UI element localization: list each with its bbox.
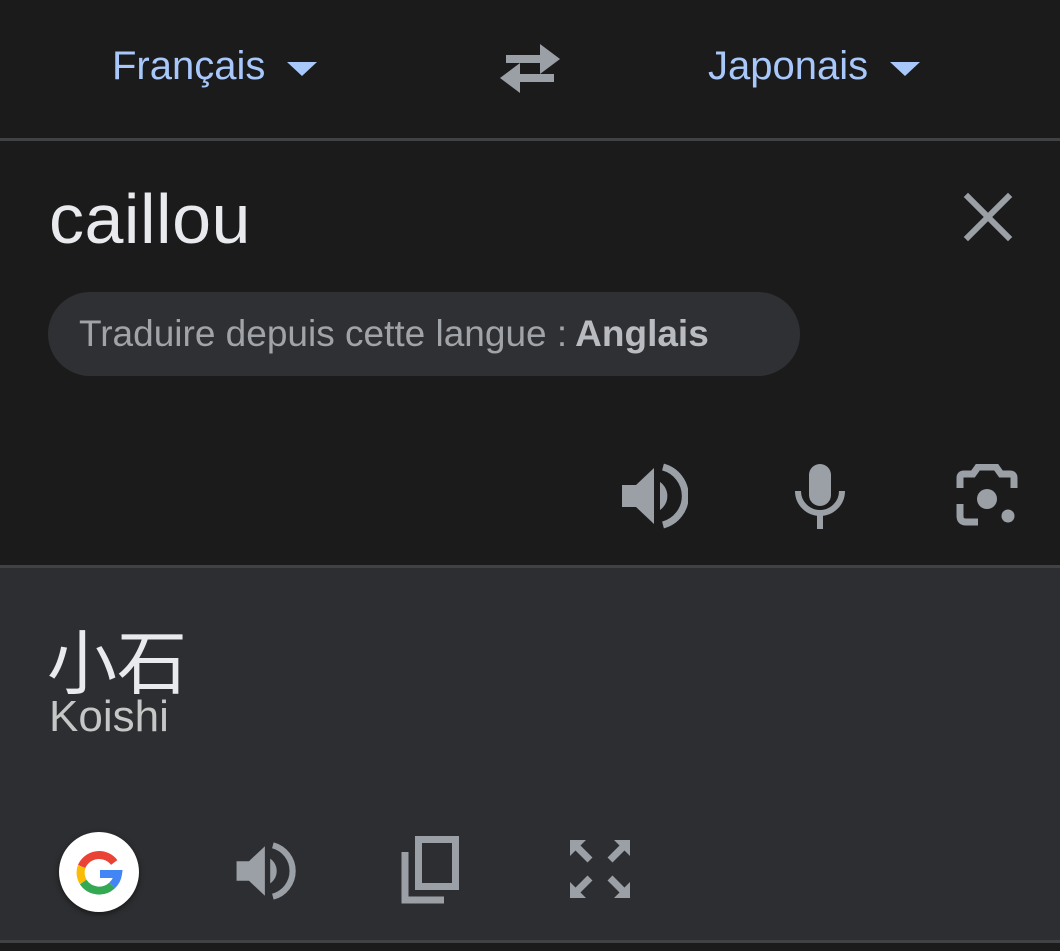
camera-lens-icon (956, 463, 1018, 526)
microphone-icon (795, 464, 845, 529)
detect-prefix-label: Traduire depuis cette langue : (79, 313, 568, 354)
close-icon (963, 192, 1013, 242)
voice-input-button[interactable] (792, 461, 848, 531)
source-panel: caillou Traduire depuis cette langue : A… (0, 141, 1060, 565)
target-language-label: Japonais (708, 43, 869, 88)
dropdown-caret-icon (287, 62, 318, 76)
result-listen-button[interactable] (232, 840, 296, 902)
source-language-button[interactable]: Français (112, 38, 318, 94)
fullscreen-button[interactable] (568, 838, 632, 900)
detected-language-label: Anglais (575, 313, 709, 354)
swap-languages-button[interactable] (494, 38, 566, 98)
source-language-label: Français (112, 43, 266, 88)
copy-icon (401, 836, 459, 904)
camera-translate-button[interactable] (954, 463, 1020, 528)
dropdown-caret-icon (890, 62, 921, 76)
translate-app: Français Japonais caillou Traduire depui… (0, 0, 1060, 951)
google-search-button[interactable] (59, 832, 139, 912)
romanization-text: Koishi (49, 692, 169, 741)
speaker-icon (236, 842, 296, 900)
bottom-bar (0, 943, 1060, 951)
result-panel: 小石 Koishi (0, 568, 1060, 940)
language-bar: Français Japonais (0, 0, 1060, 138)
target-language-button[interactable]: Japonais (708, 38, 921, 94)
speaker-icon (622, 463, 689, 529)
copy-button[interactable] (400, 836, 460, 904)
fullscreen-icon (570, 840, 630, 898)
source-text-input[interactable]: caillou (49, 179, 251, 259)
google-logo-icon (76, 851, 123, 895)
clear-button[interactable] (956, 185, 1020, 249)
source-listen-button[interactable] (618, 461, 689, 531)
swap-arrows-icon (500, 44, 560, 93)
detected-language-chip[interactable]: Traduire depuis cette langue : Anglais (48, 292, 800, 376)
